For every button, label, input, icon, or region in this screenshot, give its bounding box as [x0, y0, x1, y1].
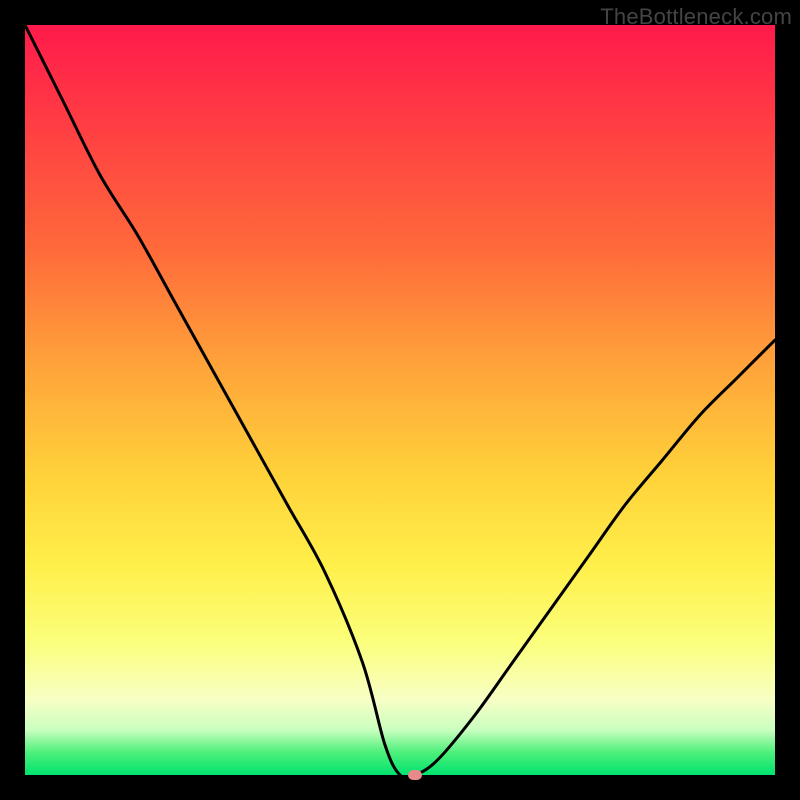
bottleneck-curve — [25, 25, 775, 775]
watermark-text: TheBottleneck.com — [600, 4, 792, 30]
plot-area — [25, 25, 775, 775]
chart-frame: TheBottleneck.com — [0, 0, 800, 800]
minimum-marker — [408, 770, 422, 780]
